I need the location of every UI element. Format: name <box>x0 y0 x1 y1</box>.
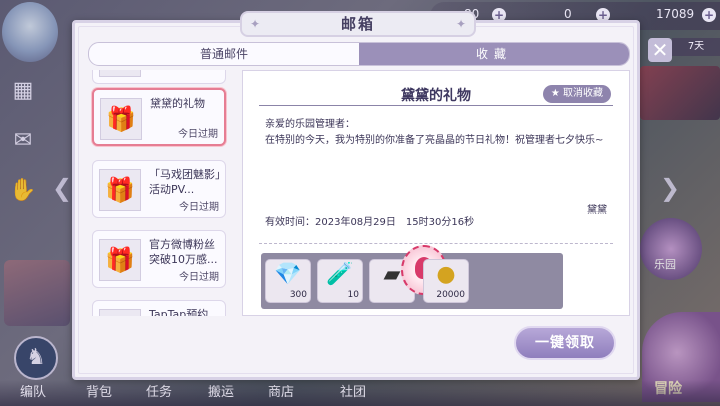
mail-icon[interactable]: ✉ <box>6 124 40 158</box>
mail-title: 官方微博粉丝突破10万感... <box>149 238 218 266</box>
list-item[interactable]: 🎁 「马戏团魅影」活动PV... 今日过期 <box>92 160 226 218</box>
mail-list[interactable]: 🎁 🎁 黛黛的礼物 今日过期 🎁 「马戏团魅影」活动PV... 今日过期 🎁 官… <box>88 70 234 316</box>
garden-button[interactable]: 乐园 <box>640 218 702 280</box>
letter-signer: 黛黛 <box>587 205 607 216</box>
reward-qty: 300 <box>289 290 307 300</box>
add-resource-3-icon[interactable]: + <box>702 8 716 22</box>
mail-expiry: 今日过期 <box>179 272 219 283</box>
dialog-title: 邮箱 <box>340 15 375 33</box>
knight-icon[interactable]: ♞ <box>14 336 58 380</box>
right-arrow-icon[interactable]: ❯ <box>660 174 680 202</box>
character-portrait[interactable] <box>4 260 70 326</box>
reward-item[interactable]: ● 20000 <box>423 259 469 303</box>
nav-move[interactable]: 搬运 <box>208 381 234 400</box>
reward-qty: 10 <box>347 290 359 300</box>
unfavorite-button[interactable]: ★ 取消收藏 <box>542 85 611 103</box>
gift-envelope-icon: 🎁 <box>99 169 141 211</box>
mail-title: 黛黛的礼物 <box>150 97 205 110</box>
potion-icon: 🧪 <box>326 262 354 287</box>
list-item[interactable]: 🎁 TapTap预约 <box>92 300 226 316</box>
reward-divider <box>259 243 613 244</box>
resource-count-3: 17089 <box>656 7 695 21</box>
mail-tabs: 普通邮件 收藏 <box>88 42 630 66</box>
dialog-title-plate: ✦ 邮箱 ✦ <box>240 11 476 37</box>
coin-icon: ● <box>436 262 456 287</box>
reward-qty: 20000 <box>436 290 465 300</box>
handshake-icon[interactable]: ✋ <box>6 174 40 208</box>
list-item[interactable]: 🎁 <box>92 70 226 84</box>
diamond-icon: 💎 <box>274 262 302 287</box>
title-divider <box>259 105 613 106</box>
day-badge: 7天 <box>672 38 720 56</box>
nav-club[interactable]: 社团 <box>340 381 366 400</box>
letter-greeting: 亲爱的乐园管理者： <box>265 119 355 130</box>
tab-favorites[interactable]: 收藏 <box>359 43 629 65</box>
bottom-nav: 编队 背包 任务 搬运 商店 社团 <box>0 380 720 406</box>
claim-all-button[interactable]: 一键领取 <box>514 326 616 360</box>
reward-item[interactable]: 🧪 10 <box>317 259 363 303</box>
unfavorite-label: 取消收藏 <box>563 88 603 99</box>
resource-count-2: 0 <box>564 7 572 21</box>
garden-label: 乐园 <box>654 258 676 271</box>
event-banner[interactable] <box>640 66 720 120</box>
letter-panel: 黛黛的礼物 ★ 取消收藏 亲爱的乐园管理者： 在特别的今天，我为特别的你准备了亮… <box>242 70 630 316</box>
player-avatar[interactable] <box>2 2 58 62</box>
close-icon[interactable]: ✕ <box>648 38 672 62</box>
letter-validity: 有效时间：2023年08月29日 15时30分16秒 <box>265 217 475 228</box>
gift-envelope-icon: 🎁 <box>100 98 142 140</box>
mail-title: TapTap预约 <box>149 308 209 316</box>
nav-shop[interactable]: 商店 <box>268 381 294 400</box>
gift-envelope-icon: 🎁 <box>99 309 141 316</box>
list-item[interactable]: 🎁 官方微博粉丝突破10万感... 今日过期 <box>92 230 226 288</box>
reward-item[interactable]: 💎 300 <box>265 259 311 303</box>
tab-normal-mail[interactable]: 普通邮件 <box>89 43 359 65</box>
mail-title: 「马戏团魅影」活动PV... <box>149 168 221 196</box>
sparkle-icon: ✦ <box>250 17 261 31</box>
nav-tasks[interactable]: 任务 <box>146 381 172 400</box>
gift-envelope-icon: 🎁 <box>99 239 141 281</box>
left-arrow-icon[interactable]: ❮ <box>52 174 72 202</box>
star-icon: ★ <box>550 88 560 99</box>
gift-envelope-icon: 🎁 <box>99 70 141 77</box>
letter-body: 在特别的今天，我为特别的你准备了亮晶晶的节日礼物！祝管理者七夕快乐~ <box>265 135 604 146</box>
sparkle-icon: ✦ <box>455 17 466 31</box>
grid-menu-icon[interactable]: ▦ <box>6 74 40 108</box>
nav-bag[interactable]: 背包 <box>86 381 112 400</box>
mail-expiry: 今日过期 <box>179 202 219 213</box>
nav-formation[interactable]: 编队 <box>20 381 46 400</box>
list-item[interactable]: 🎁 黛黛的礼物 今日过期 <box>92 88 226 146</box>
reward-strip: 💎 300 🧪 10 ▰ ● 20000 <box>261 245 563 309</box>
mail-expiry: 今日过期 <box>178 129 218 140</box>
